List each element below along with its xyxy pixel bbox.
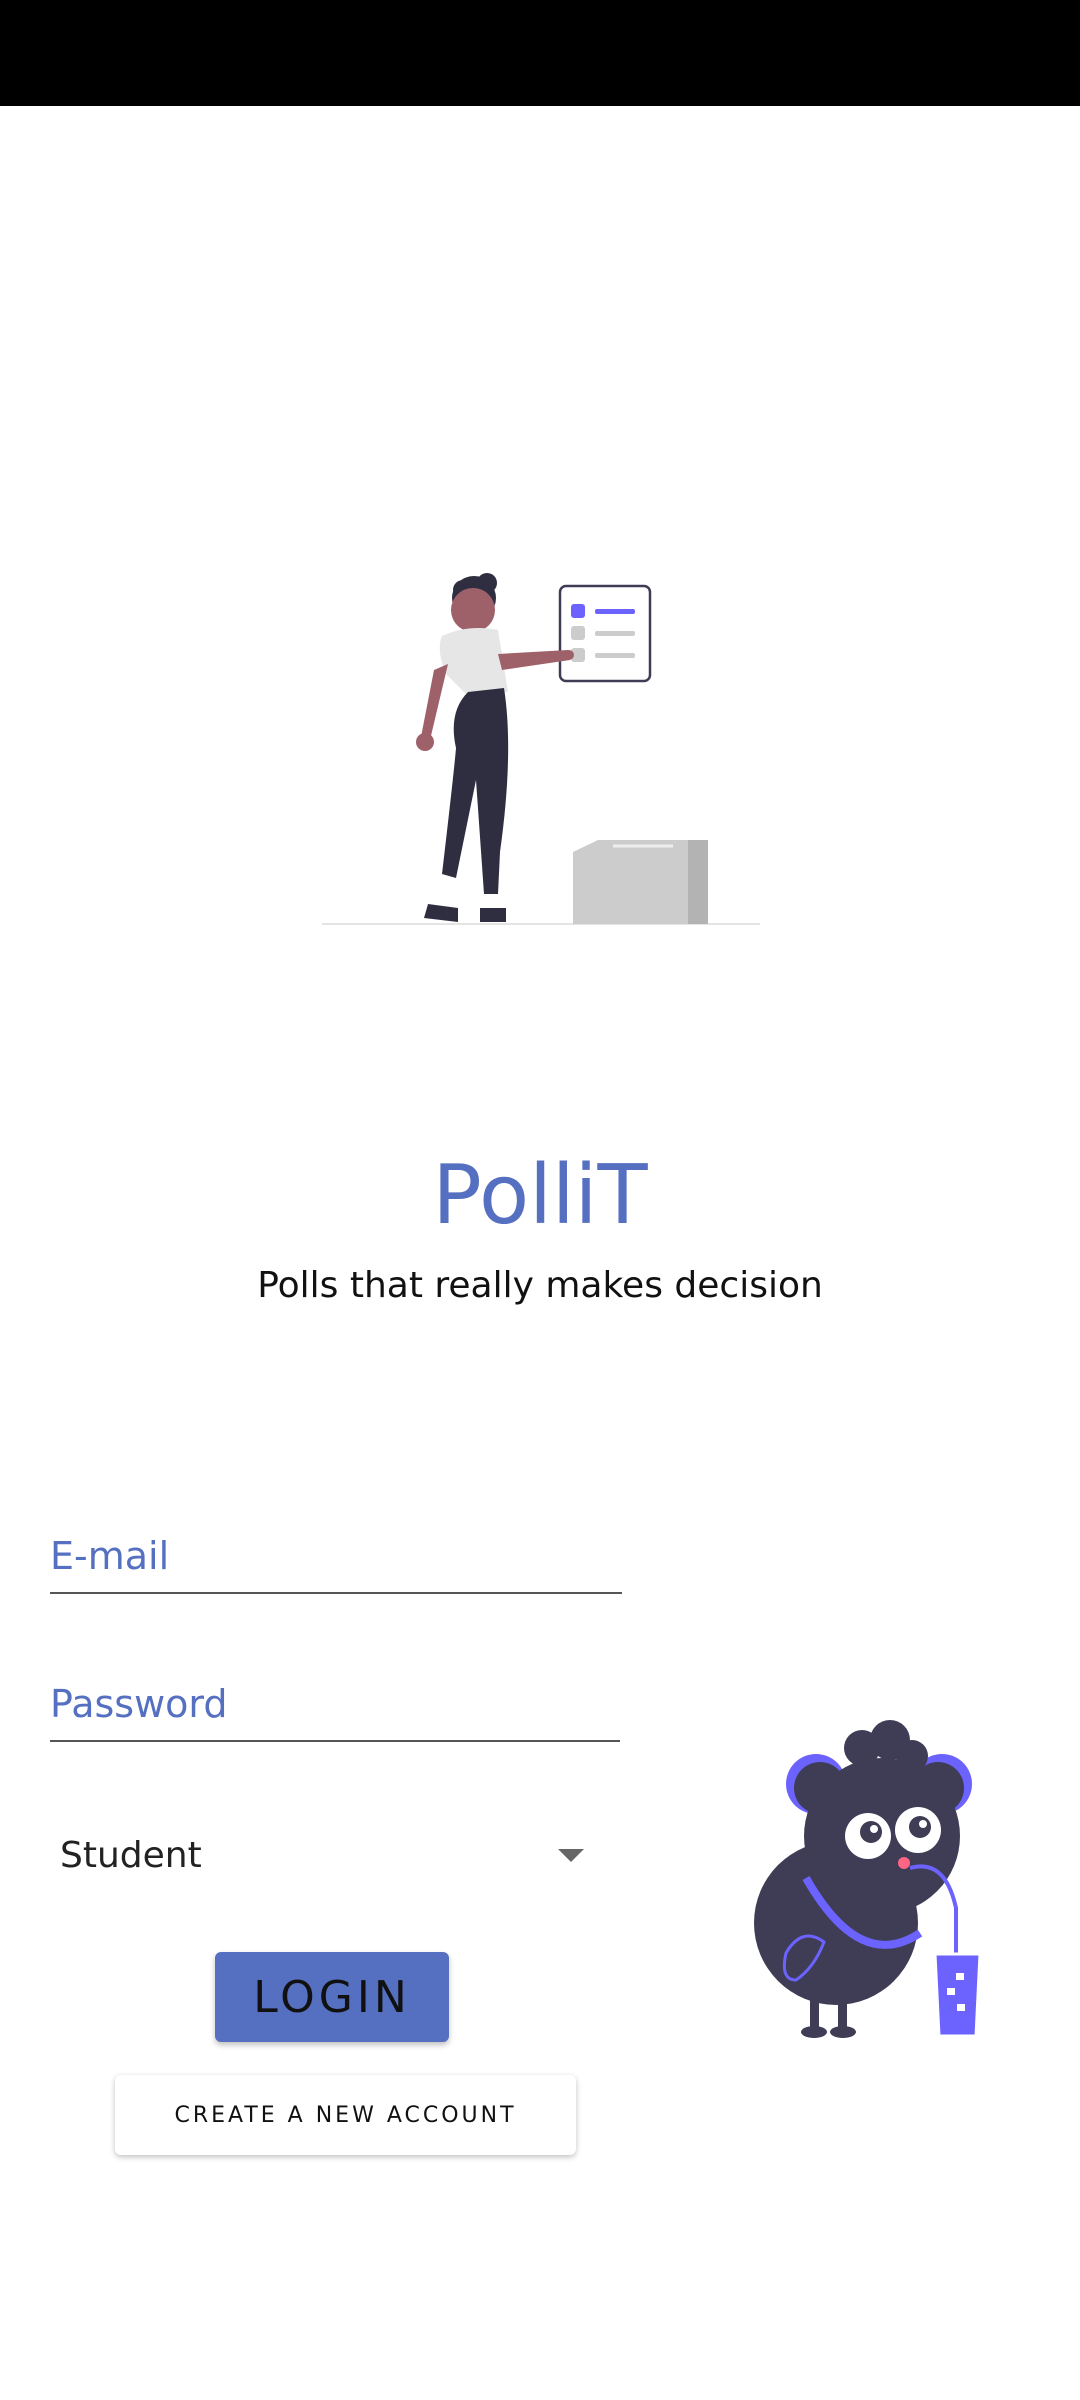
role-dropdown[interactable]: Student — [60, 1820, 586, 1890]
login-button[interactable]: LOGIN — [215, 1952, 449, 2042]
app-tagline: Polls that really makes decision — [257, 1265, 823, 1306]
app-title: PolliT — [432, 1148, 648, 1243]
mascot-illustration — [754, 1720, 982, 2038]
password-field[interactable] — [50, 1668, 620, 1740]
password-field-container — [50, 1668, 620, 1742]
dropdown-arrow-icon — [558, 1848, 584, 1862]
create-account-button[interactable]: CREATE A NEW ACCOUNT — [115, 2075, 576, 2155]
poll-illustration — [322, 573, 760, 925]
email-field-container — [50, 1520, 622, 1594]
role-selected-value: Student — [60, 1834, 202, 1876]
email-field[interactable] — [50, 1520, 622, 1592]
status-bar — [0, 0, 1080, 106]
